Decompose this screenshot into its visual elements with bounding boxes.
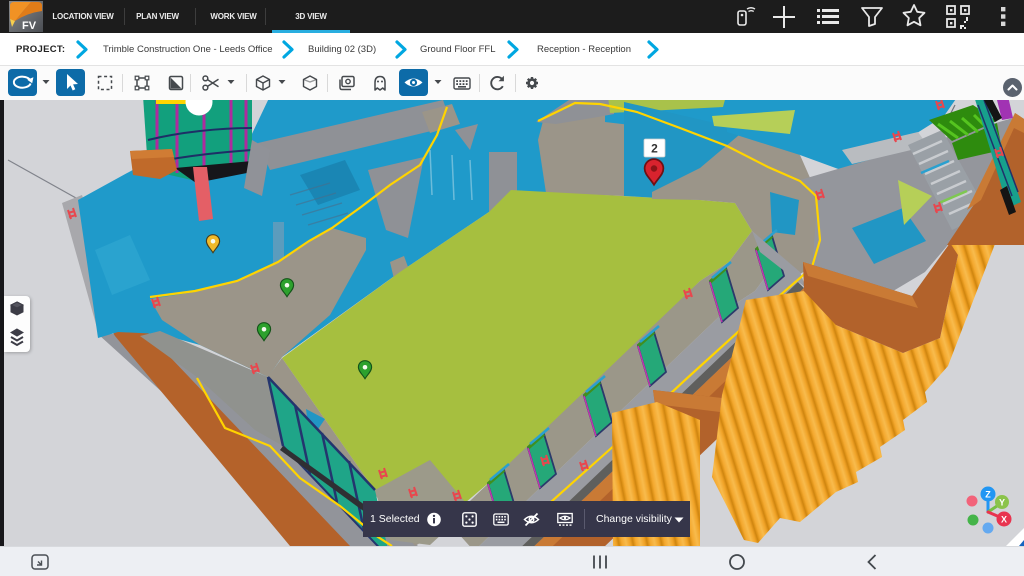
svg-text:2: 2 [651,142,658,156]
svg-text:Y: Y [999,498,1005,508]
svg-text:Z: Z [985,490,991,500]
svg-text:X: X [1001,515,1007,525]
svg-text:FV: FV [22,20,37,32]
